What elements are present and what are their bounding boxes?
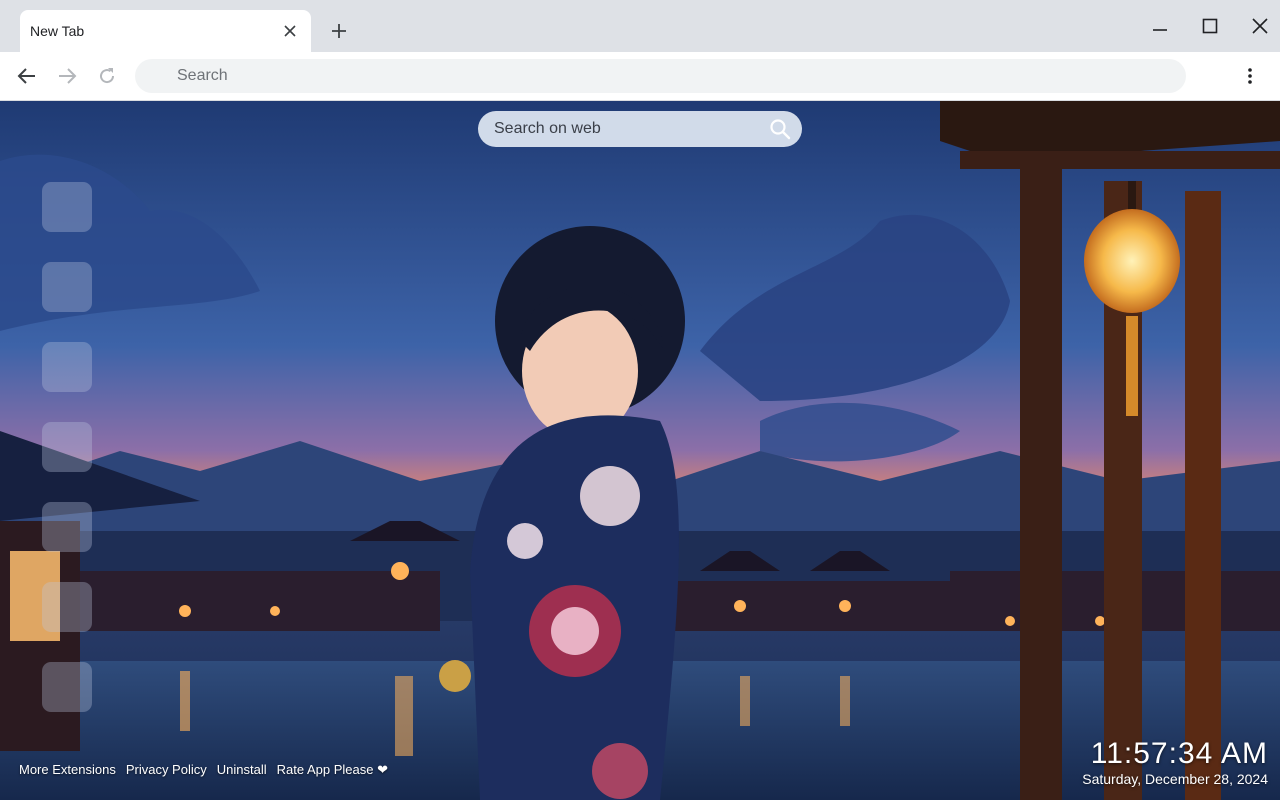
shortcut-tile[interactable] — [42, 182, 92, 232]
shortcut-tile[interactable] — [42, 262, 92, 312]
clock-time: 11:57:34 AM — [1090, 737, 1268, 770]
web-search-input[interactable] — [478, 111, 762, 147]
wallpaper — [0, 101, 1280, 800]
new-tab-button[interactable] — [325, 17, 353, 45]
wallpaper-illustration — [0, 101, 1280, 800]
minimize-icon — [1153, 29, 1167, 31]
footer-links: More Extensions Privacy Policy Uninstall… — [19, 762, 388, 778]
shortcut-tile[interactable] — [42, 422, 92, 472]
shortcut-tile[interactable] — [42, 662, 92, 712]
privacy-policy-link[interactable]: Privacy Policy — [126, 762, 207, 778]
address-bar[interactable] — [135, 59, 1186, 93]
browser-toolbar — [0, 52, 1280, 101]
maximize-icon — [1202, 18, 1218, 34]
kebab-menu-icon — [1248, 68, 1252, 84]
shortcut-tiles — [42, 182, 92, 742]
forward-arrow-icon — [59, 68, 77, 84]
plus-icon — [332, 24, 346, 38]
tab-title: New Tab — [30, 23, 85, 39]
clock: 11:57:34 AM Saturday, December 28, 2024 — [1082, 737, 1268, 787]
shortcut-tile[interactable] — [42, 582, 92, 632]
maximize-button[interactable] — [1188, 8, 1232, 44]
window-close-button[interactable] — [1238, 8, 1280, 44]
shortcut-tile[interactable] — [42, 502, 92, 552]
close-icon[interactable] — [275, 16, 305, 46]
uninstall-link[interactable]: Uninstall — [217, 762, 267, 778]
rate-app-link[interactable]: Rate App Please ❤ — [277, 762, 388, 778]
clock-date: Saturday, December 28, 2024 — [1082, 771, 1268, 787]
magnifier-icon[interactable] — [762, 111, 798, 147]
window-close-icon — [1252, 18, 1268, 34]
reload-icon — [100, 68, 115, 84]
forward-button[interactable] — [51, 60, 83, 92]
shortcut-tile[interactable] — [42, 342, 92, 392]
web-search-bar — [478, 111, 802, 147]
tab-new-tab[interactable]: New Tab — [20, 10, 311, 52]
minimize-button[interactable] — [1138, 8, 1182, 44]
reload-button[interactable] — [91, 60, 123, 92]
more-extensions-link[interactable]: More Extensions — [19, 762, 116, 778]
back-button[interactable] — [11, 60, 43, 92]
back-arrow-icon — [17, 68, 35, 84]
browser-menu-button[interactable] — [1234, 60, 1266, 92]
tab-strip: New Tab — [0, 0, 1280, 52]
